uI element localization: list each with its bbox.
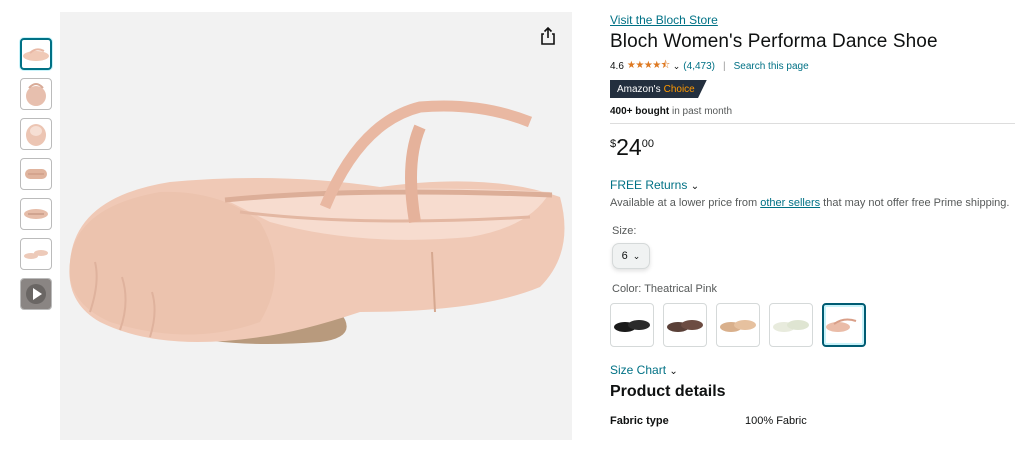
color-swatch-theatrical-pink[interactable] [822,303,866,347]
size-selected: 6 [621,250,628,262]
bought-count: 400+ bought [610,106,670,117]
product-detail-panel: Visit the Bloch Store Bloch Women's Perf… [610,12,1015,427]
product-detail-row: Fabric type 100% Fabric [610,415,1015,427]
thumbnail-3[interactable] [20,118,52,150]
ratings-count-link[interactable]: (4,473) [683,61,715,72]
thumbnail-5[interactable] [20,198,52,230]
size-chart-link[interactable]: Size Chart ⌄ [610,363,1015,377]
color-swatch-white[interactable] [769,303,813,347]
share-icon[interactable] [538,26,558,46]
thumbnail-4[interactable] [20,158,52,190]
store-link[interactable]: Visit the Bloch Store [610,12,1015,28]
search-page-link[interactable]: Search this page [734,61,809,72]
free-returns-link[interactable]: FREE Returns ⌄ [610,178,1015,192]
badge-suffix: Choice [663,83,695,95]
chevron-down-icon: ⌄ [669,366,678,377]
color-swatch-black[interactable] [610,303,654,347]
size-dropdown[interactable]: 6 ⌄ [612,243,650,269]
thumbnail-2[interactable] [20,78,52,110]
availability-note: Available at a lower price from other se… [610,196,1015,211]
rating-value: 4.6 [610,60,624,72]
free-returns-label: FREE Returns [610,178,688,192]
ballet-shoe-image [69,100,565,344]
detail-value: 100% Fabric [745,415,807,427]
chevron-down-icon: ⌄ [690,181,700,192]
product-details-heading: Product details [610,383,726,400]
color-label: Color: Theatrical Pink [612,283,717,295]
price: $ 24 00 [610,134,1015,162]
product-title: Bloch Women's Performa Dance Shoe [610,31,938,52]
other-sellers-link[interactable]: other sellers [760,197,820,209]
thumbnail-6[interactable] [20,238,52,270]
availability-after: that may not offer free Prime shipping. [820,197,1010,209]
size-chart-label: Size Chart [610,363,667,377]
thumbnail-video[interactable] [20,278,52,310]
detail-key: Fabric type [610,415,669,427]
amazons-choice-badge[interactable]: Amazon's Choice [610,80,707,98]
color-swatch-brown[interactable] [663,303,707,347]
badge-prefix: Amazon's [617,83,661,95]
size-label: Size: [612,225,637,237]
rating-row: 4.6 ★★★★⯪ ⌄ (4,473) | Search this page [610,58,1015,74]
color-swatches [610,303,1015,347]
play-icon [21,279,51,309]
thumbnail-1[interactable] [20,38,52,70]
star-rating-icon[interactable]: ★★★★⯪ [627,58,670,75]
color-swatch-tan[interactable] [716,303,760,347]
divider [610,123,1015,124]
separator: | [722,60,726,72]
price-fraction: 00 [641,138,654,150]
price-whole: 24 [616,134,642,160]
main-product-image[interactable] [60,12,572,440]
chevron-down-icon[interactable]: ⌄ [673,61,681,72]
bought-period: in past month [669,106,732,117]
bought-info: 400+ bought in past month [610,106,1015,117]
chevron-down-icon: ⌄ [632,250,641,261]
thumbnail-list [20,38,54,318]
availability-before: Available at a lower price from [610,197,761,209]
